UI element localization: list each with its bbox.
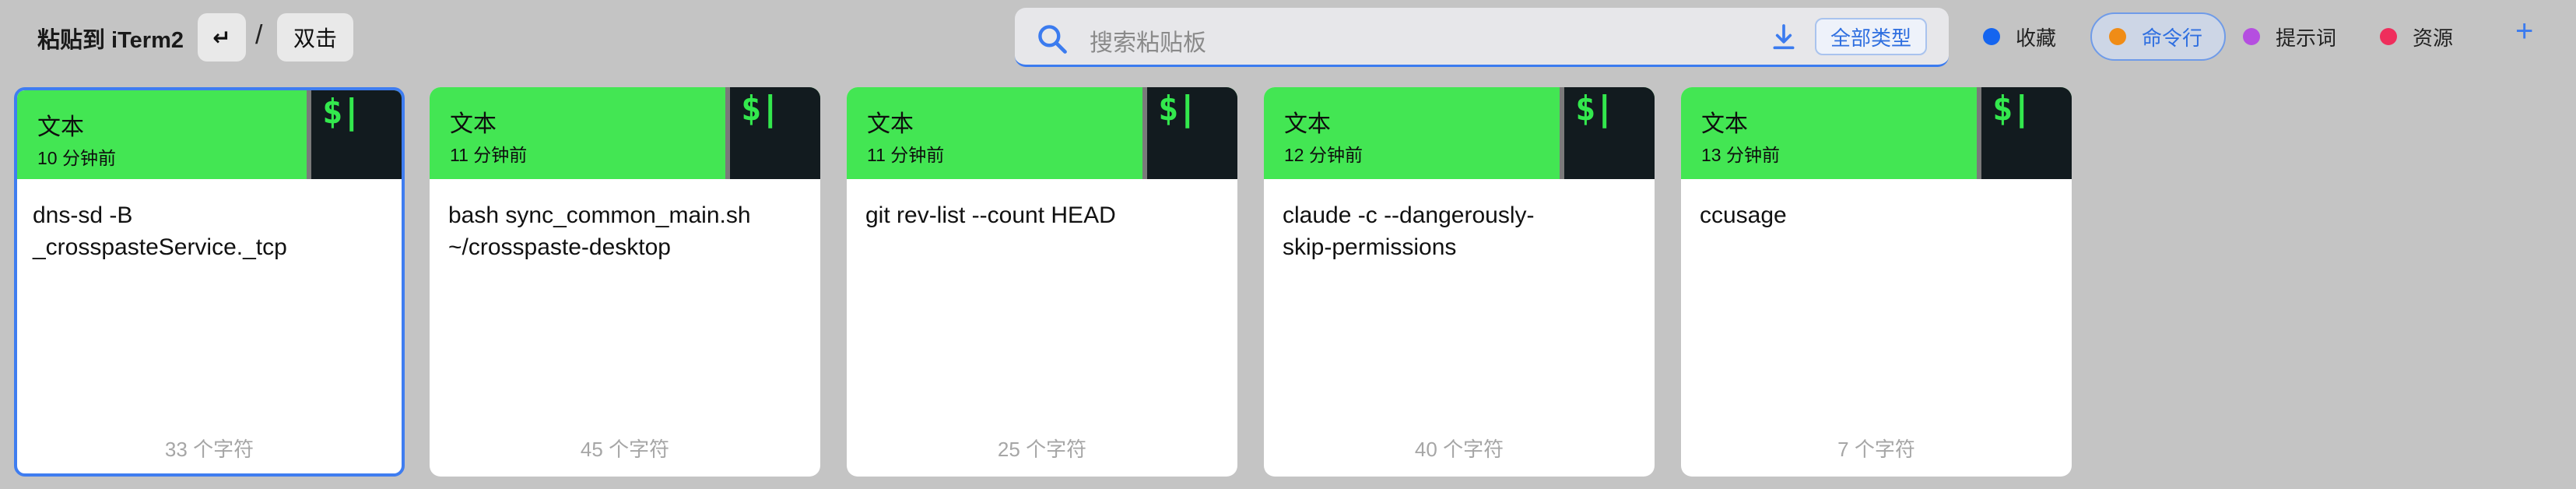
tag-color-dot xyxy=(2109,28,2126,45)
terminal-icon: $| xyxy=(725,87,820,179)
tag-color-dot xyxy=(2243,28,2260,45)
card-content: ccusage xyxy=(1700,202,1787,228)
card-header: 文本 11 分钟前 $| xyxy=(430,87,820,179)
tag-label: 提示词 xyxy=(2276,26,2337,50)
clipboard-card[interactable]: 文本 11 分钟前 $| git rev-list --count HEAD 2… xyxy=(847,87,1237,477)
card-header: 文本 13 分钟前 $| xyxy=(1681,87,2072,179)
search-icon xyxy=(1038,25,1067,54)
card-timestamp: 13 分钟前 xyxy=(1701,145,1780,165)
paste-target-label: 粘贴到 iTerm2 xyxy=(37,28,184,53)
terminal-icon: $| xyxy=(1977,87,2072,179)
card-char-count: 7 个字符 xyxy=(1837,438,1915,461)
tag-command-line[interactable]: 命令行 xyxy=(2090,12,2227,61)
search-input[interactable]: 搜索粘贴板 xyxy=(1090,23,1206,58)
terminal-icon: $| xyxy=(1142,87,1237,179)
card-timestamp: 11 分钟前 xyxy=(450,145,528,165)
card-type: 文本 xyxy=(1284,111,1331,137)
card-content: claude -c --dangerously- skip-permission… xyxy=(1283,202,1535,260)
enter-key-hint: ↵ xyxy=(198,13,246,62)
search-bar[interactable]: 搜索粘贴板 全部类型 xyxy=(1015,8,1949,67)
card-content: git rev-list --count HEAD xyxy=(865,202,1116,228)
terminal-prompt-glyph: $| xyxy=(1992,89,2032,128)
clipboard-card[interactable]: 文本 12 分钟前 $| claude -c --dangerously- sk… xyxy=(1264,87,1655,477)
tag-label: 命令行 xyxy=(2142,26,2203,50)
clipboard-card[interactable]: 文本 10 分钟前 $| dns-sd -B _crosspasteServic… xyxy=(14,87,405,477)
double-click-hint: 双击 xyxy=(277,13,353,62)
terminal-prompt-glyph: $| xyxy=(1158,89,1198,128)
type-filter-button[interactable]: 全部类型 xyxy=(1815,18,1928,55)
card-header: 文本 12 分钟前 $| xyxy=(1264,87,1655,179)
tag-color-dot xyxy=(2380,28,2397,45)
terminal-icon: $| xyxy=(1560,87,1655,179)
clipboard-card[interactable]: 文本 13 分钟前 $| ccusage 7 个字符 xyxy=(1681,87,2072,477)
terminal-prompt-glyph: $| xyxy=(741,89,781,128)
hint-separator: / xyxy=(255,20,263,50)
card-char-count: 33 个字符 xyxy=(164,438,254,461)
tag-favorites[interactable]: 收藏 xyxy=(1983,12,2056,61)
tag-label: 资源 xyxy=(2413,26,2454,50)
top-bar: 粘贴到 iTerm2 ↵ / 双击 搜索粘贴板 全部类型 收藏 命令行 提示词 … xyxy=(0,0,2576,78)
card-timestamp: 11 分钟前 xyxy=(867,145,945,165)
card-type: 文本 xyxy=(450,111,497,137)
card-content: bash sync_common_main.sh ~/crosspaste-de… xyxy=(448,202,751,260)
terminal-prompt-glyph: $| xyxy=(322,92,362,132)
download-icon[interactable] xyxy=(1768,22,1799,53)
card-timestamp: 10 分钟前 xyxy=(37,148,116,168)
card-timestamp: 12 分钟前 xyxy=(1284,145,1363,165)
card-type: 文本 xyxy=(37,114,84,140)
tag-color-dot xyxy=(1983,28,2000,45)
card-type: 文本 xyxy=(867,111,914,137)
add-tag-button[interactable]: + xyxy=(2515,14,2533,49)
card-char-count: 25 个字符 xyxy=(997,438,1087,461)
card-type: 文本 xyxy=(1701,111,1748,137)
tag-resources[interactable]: 资源 xyxy=(2380,12,2453,61)
card-char-count: 45 个字符 xyxy=(580,438,670,461)
clipboard-card[interactable]: 文本 11 分钟前 $| bash sync_common_main.sh ~/… xyxy=(430,87,820,477)
tag-prompts[interactable]: 提示词 xyxy=(2243,12,2336,61)
terminal-icon: $| xyxy=(307,90,402,179)
terminal-prompt-glyph: $| xyxy=(1575,89,1615,128)
card-header: 文本 10 分钟前 $| xyxy=(17,90,402,179)
tag-label: 收藏 xyxy=(2016,26,2057,50)
card-content: dns-sd -B _crosspasteService._tcp xyxy=(33,202,287,260)
card-char-count: 40 个字符 xyxy=(1414,438,1504,461)
card-header: 文本 11 分钟前 $| xyxy=(847,87,1237,179)
